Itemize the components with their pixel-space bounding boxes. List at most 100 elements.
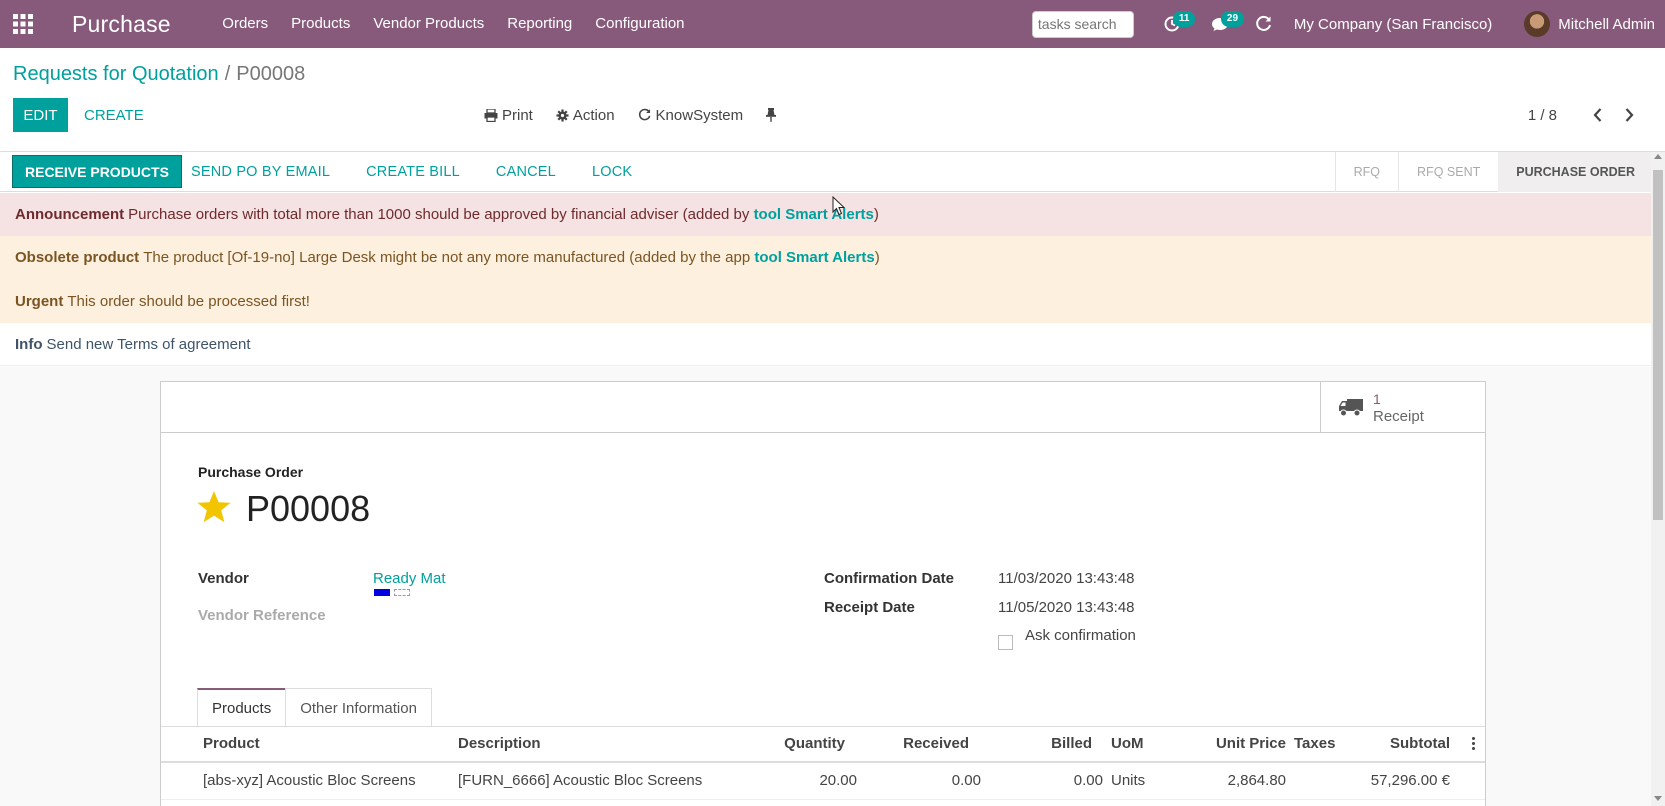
knowsystem-button[interactable]: KnowSystem <box>638 107 743 124</box>
app-title[interactable]: Purchase <box>72 11 171 38</box>
receipt-date-label: Receipt Date <box>824 599 915 616</box>
column-header-received[interactable]: Received <box>903 735 969 752</box>
pager-next-button[interactable] <box>1613 98 1645 132</box>
menu-item-vendor-products[interactable]: Vendor Products <box>362 0 496 48</box>
pager: 1 / 8 <box>1528 98 1645 132</box>
breadcrumb: Requests for Quotation / P00008 <box>13 63 305 86</box>
priority-star-icon[interactable] <box>196 490 232 524</box>
mouse-cursor-icon <box>832 196 846 216</box>
alert-tail: ) <box>874 249 880 267</box>
edit-button[interactable]: EDIT <box>13 98 68 132</box>
messaging-menu[interactable]: 29 <box>1196 0 1245 48</box>
confirmation-date-field[interactable]: 11/03/2020 13:43:48 <box>998 570 1135 587</box>
stage-rfq[interactable]: RFQ <box>1334 152 1398 192</box>
cell-uom[interactable]: Units <box>1111 772 1145 789</box>
main-menu: Orders Products Vendor Products Reportin… <box>211 0 696 48</box>
pager-value[interactable]: 1 / 8 <box>1528 107 1557 124</box>
navbar-systray: 11 29 My Company (San Francisco) Mitchel… <box>1031 0 1665 48</box>
cell-billed[interactable]: 0.00 <box>1074 772 1103 789</box>
company-switcher[interactable]: My Company (San Francisco) <box>1294 16 1492 33</box>
chevron-left-icon <box>1593 108 1601 122</box>
smart-alerts-link[interactable]: tool Smart Alerts <box>754 249 874 266</box>
column-header-product[interactable]: Product <box>203 735 260 752</box>
stage-purchase-order[interactable]: PURCHASE ORDER <box>1498 152 1651 192</box>
action-button[interactable]: Action <box>556 107 615 124</box>
vendor-tags <box>374 589 410 596</box>
page-scrollbar[interactable] <box>1651 152 1665 806</box>
menu-item-products[interactable]: Products <box>280 0 362 48</box>
menu-item-orders[interactable]: Orders <box>211 0 280 48</box>
send-po-by-email-button[interactable]: SEND PO BY EMAIL <box>191 164 330 180</box>
cell-quantity[interactable]: 20.00 <box>819 772 857 789</box>
receipt-stat: 1 Receipt <box>1373 391 1424 425</box>
cell-description[interactable]: [FURN_6666] Acoustic Bloc Screens <box>458 772 702 789</box>
cell-unit-price[interactable]: 2,864.80 <box>1228 772 1286 789</box>
scroll-thumb[interactable] <box>1653 170 1663 520</box>
table-row[interactable]: [abs-xyz] Acoustic Bloc Screens [FURN_66… <box>161 763 1485 800</box>
scroll-down-arrow[interactable] <box>1654 796 1662 801</box>
tag-filled <box>374 589 390 596</box>
print-icon <box>484 108 498 122</box>
tab-products[interactable]: Products <box>197 688 287 727</box>
control-panel: Requests for Quotation / P00008 EDIT CREAT… <box>0 48 1665 152</box>
alert-text: The product [Of-19-no] Large Desk might … <box>143 249 751 267</box>
tab-other-information[interactable]: Other Information <box>285 688 432 727</box>
activity-menu[interactable]: 11 <box>1148 0 1196 48</box>
column-header-unit-price[interactable]: Unit Price <box>1216 735 1286 752</box>
stage-pipeline: RFQ RFQ SENT PURCHASE ORDER <box>1334 152 1651 192</box>
cell-received[interactable]: 0.00 <box>952 772 981 789</box>
receipt-smart-button[interactable]: 1 Receipt <box>1320 382 1485 433</box>
ask-confirmation-checkbox[interactable] <box>998 635 1013 650</box>
chevron-right-icon <box>1625 108 1633 122</box>
column-header-subtotal[interactable]: Subtotal <box>1390 735 1450 752</box>
column-header-uom[interactable]: UoM <box>1111 735 1144 752</box>
create-bill-button[interactable]: CREATE BILL <box>366 164 460 180</box>
user-avatar[interactable] <box>1524 11 1551 37</box>
breadcrumb-current: P00008 <box>236 63 306 85</box>
alert-title: Announcement <box>15 206 125 223</box>
cancel-button[interactable]: CANCEL <box>496 164 556 180</box>
tasks-search-input[interactable] <box>1031 10 1134 38</box>
alert-text: This order should be processed first! <box>67 292 310 310</box>
alert-text: Send new Terms of agreement <box>46 335 251 353</box>
menu-item-configuration[interactable]: Configuration <box>584 0 696 48</box>
truck-icon <box>1339 399 1363 417</box>
scroll-up-arrow[interactable] <box>1654 154 1662 159</box>
obsolete-product-alert: Obsolete product The product [Of-19-no] … <box>15 249 880 266</box>
apps-menu-icon[interactable] <box>0 0 46 48</box>
print-button[interactable]: Print <box>484 107 533 124</box>
column-header-billed[interactable]: Billed <box>1051 735 1092 752</box>
column-header-taxes[interactable]: Taxes <box>1294 735 1335 752</box>
user-menu[interactable]: Mitchell Admin <box>1558 16 1655 33</box>
pin-button[interactable] <box>766 108 780 122</box>
pager-previous-button[interactable] <box>1581 98 1613 132</box>
column-header-quantity[interactable]: Quantity <box>784 735 845 752</box>
optional-columns-icon[interactable] <box>1472 737 1475 752</box>
receipt-date-field[interactable]: 11/05/2020 13:43:48 <box>998 599 1135 616</box>
purchase-order-name: P00008 <box>246 488 371 529</box>
alert-title: Info <box>15 335 43 353</box>
alert-title: Urgent <box>15 292 64 310</box>
create-button[interactable]: CREATE <box>84 98 144 132</box>
vendor-reference-label: Vendor Reference <box>198 607 326 624</box>
breadcrumb-parent[interactable]: Requests for Quotation <box>13 63 219 85</box>
action-label: Action <box>572 106 615 124</box>
breadcrumb-separator: / <box>224 63 231 85</box>
order-lines-header: Product Description Quantity Received Bi… <box>161 727 1485 763</box>
menu-item-reporting[interactable]: Reporting <box>496 0 584 48</box>
receipt-label: Receipt <box>1373 407 1424 425</box>
smart-alerts-link[interactable]: tool Smart Alerts <box>754 206 874 223</box>
warning-alerts: Obsolete product The product [Of-19-no] … <box>0 236 1651 323</box>
lock-button[interactable]: LOCK <box>592 164 632 180</box>
form-sheet: 1 Receipt Purchase Order P00008 Vendor R… <box>160 381 1486 806</box>
knowsystem-menu[interactable] <box>1244 0 1284 48</box>
column-header-description[interactable]: Description <box>458 735 541 752</box>
info-alert: Info Send new Terms of agreement <box>0 323 1651 366</box>
notebook-tabs: Products Other Information <box>197 688 432 727</box>
cell-product[interactable]: [abs-xyz] Acoustic Bloc Screens <box>203 772 416 789</box>
stage-rfq-sent[interactable]: RFQ SENT <box>1398 152 1498 192</box>
cell-subtotal[interactable]: 57,296.00 € <box>1371 772 1450 789</box>
receive-products-button[interactable]: RECEIVE PRODUCTS <box>12 155 182 188</box>
smart-button-box: 1 Receipt <box>161 382 1485 433</box>
vendor-field[interactable]: Ready Mat <box>373 570 446 587</box>
